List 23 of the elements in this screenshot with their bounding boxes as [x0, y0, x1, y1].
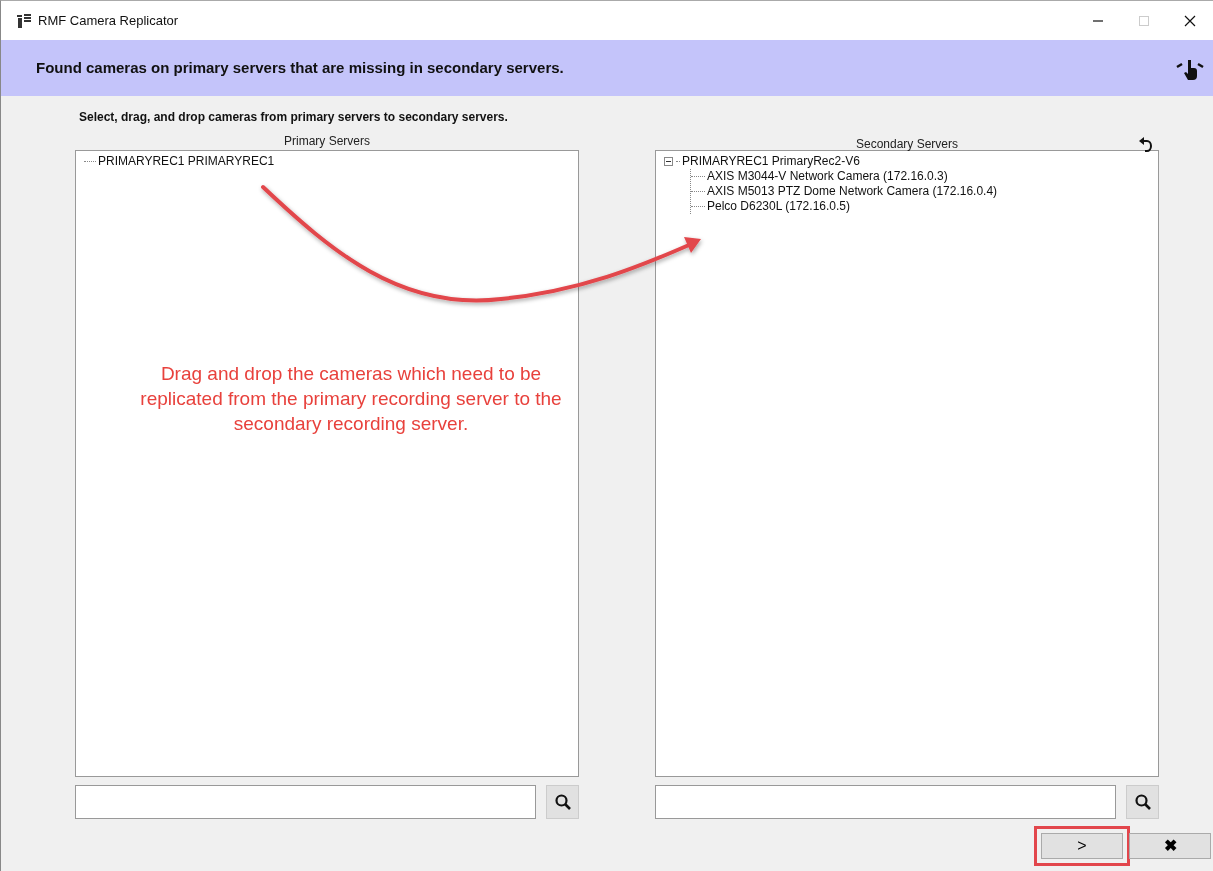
tree-item[interactable]: AXIS M3044-V Network Camera (172.16.0.3) — [707, 169, 948, 184]
tree-item[interactable]: AXIS M5013 PTZ Dome Network Camera (172.16.0.4) — [707, 184, 998, 199]
tree-view[interactable]: PRIMARYREC1 PrimaryRec2-V6 AXIS M3044-V Network Camera (172.16.0.3) AXIS M5013 PTZ Dome Network Camera (172.16.0.4) Pelco D6230L (172.16.0.5) — [655, 150, 1159, 777]
panel-title: Primary Servers — [284, 133, 370, 150]
panel-title: Secondary Servers — [855, 136, 958, 153]
search-icon — [554, 794, 571, 810]
collapse-icon[interactable] — [664, 157, 673, 166]
tree-item[interactable]: PRIMARYREC1 PrimaryRec2-V6 — [682, 154, 860, 169]
instruction-text: Select, drag, and drop cameras from primary servers to secondary servers. — [79, 109, 509, 126]
cancel-button[interactable]: ✖ — [1129, 833, 1211, 859]
tree-item[interactable]: Pelco D6230L (172.16.0.5) — [707, 199, 850, 214]
annotation-text: Drag and drop the cameras which need to be replicated from the primary recording server to the secondary recording server. — [139, 362, 563, 436]
window-title: RMF Camera Replicator — [38, 11, 179, 30]
search-button[interactable] — [546, 785, 579, 819]
search-field[interactable] — [75, 785, 536, 819]
app-icon — [17, 12, 31, 29]
search-field[interactable] — [655, 785, 1116, 819]
drag-hand-icon — [1175, 57, 1205, 80]
header-message: Found cameras on primary servers that are missing in secondary servers. — [36, 57, 564, 78]
undo-icon[interactable] — [1139, 136, 1153, 153]
tree-item[interactable]: PRIMARYREC1 PRIMARYREC1 — [98, 154, 275, 169]
search-button[interactable] — [1126, 785, 1159, 819]
search-icon — [1134, 794, 1151, 810]
